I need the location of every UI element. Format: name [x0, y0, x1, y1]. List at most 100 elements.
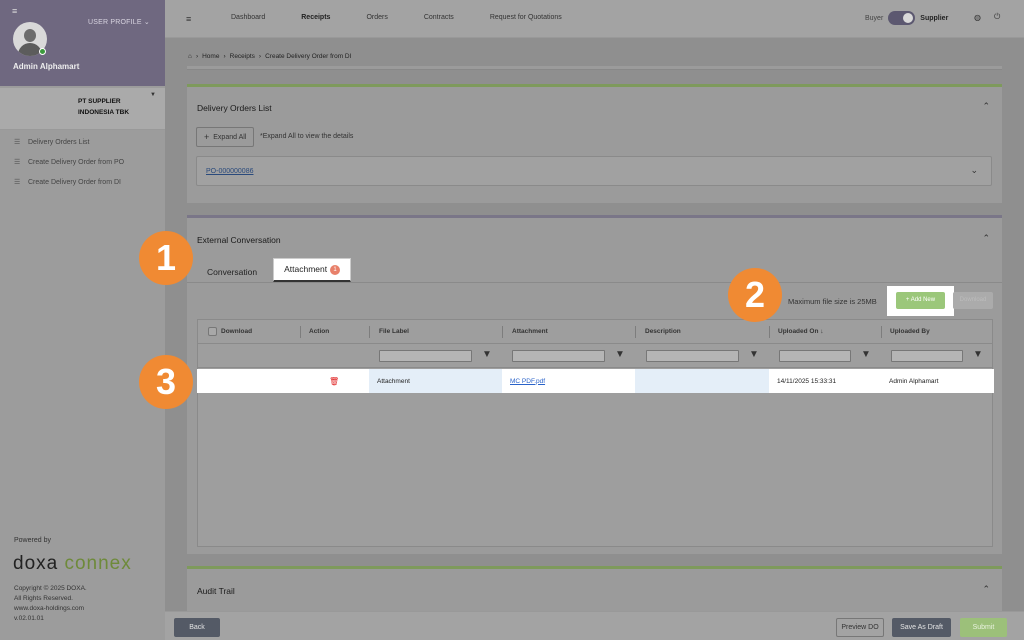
download-button[interactable]: Download	[953, 292, 993, 309]
external-conversation-card: External Conversation ⌃ Conversation Att…	[187, 215, 1002, 554]
chevron-down-icon[interactable]: ⌄	[970, 165, 978, 176]
description-cell[interactable]	[635, 369, 769, 393]
delivery-orders-card: Delivery Orders List ⌃ + Expand All *Exp…	[187, 84, 1002, 203]
sidebar-header: ≡ USER PROFILE ⌄ Admin Alphamart	[0, 0, 165, 86]
uploaded-on-filter-input[interactable]	[779, 350, 851, 362]
attachment-link[interactable]: MC PDF.pdf	[510, 378, 545, 385]
col-action[interactable]: Action	[309, 328, 329, 335]
column-separator[interactable]	[635, 326, 636, 338]
nav-receipts[interactable]: Receipts	[301, 14, 330, 21]
select-all-checkbox[interactable]	[208, 327, 217, 336]
brand-logo: doxa connex	[13, 553, 132, 575]
chevron-up-icon[interactable]: ⌃	[982, 584, 990, 595]
previous-card-edge	[187, 66, 1002, 70]
expand-all-button[interactable]: + Expand All	[196, 127, 255, 147]
filter-icon[interactable]: ▼	[749, 349, 759, 360]
breadcrumb: ⌂ › Home › Receipts › Create Delivery Or…	[188, 53, 355, 60]
table-row[interactable]: 🗑 Attachment MC PDF.pdf 14/11/2025 15:33…	[197, 369, 994, 393]
col-download[interactable]: Download	[221, 328, 252, 335]
copyright-line: All Rights Reserved.	[14, 595, 73, 602]
breadcrumb-separator: ›	[223, 53, 226, 60]
attachment-filter-input[interactable]	[512, 350, 605, 362]
nav-request-for-quotations[interactable]: Request for Quotations	[490, 14, 562, 21]
preview-do-button[interactable]: Preview DO	[836, 618, 884, 637]
chevron-up-icon[interactable]: ⌃	[982, 233, 990, 244]
card-title: Delivery Orders List	[197, 103, 272, 113]
submit-button[interactable]: Submit	[960, 618, 1007, 637]
file-label-cell[interactable]: Attachment	[369, 369, 502, 393]
user-profile-dropdown[interactable]: USER PROFILE ⌄	[88, 18, 150, 26]
breadcrumb-receipts[interactable]: Receipts	[230, 53, 255, 60]
sort-down-icon[interactable]: ↓	[820, 328, 823, 335]
filter-icon[interactable]: ▼	[482, 349, 492, 360]
column-separator[interactable]	[502, 326, 503, 338]
breadcrumb-home[interactable]: Home	[202, 53, 219, 60]
po-row[interactable]: PO-000000086 ⌄	[196, 156, 992, 186]
nav-dashboard[interactable]: Dashboard	[231, 14, 265, 21]
sidebar-item-create-do-from-di[interactable]: ☰ Create Delivery Order from DI	[14, 172, 124, 192]
action-cell: 🗑	[300, 369, 369, 393]
description-filter-input[interactable]	[646, 350, 739, 362]
role-buyer-label: Buyer	[865, 14, 884, 22]
back-button[interactable]: Back	[174, 618, 220, 637]
callout-2: 2	[728, 268, 782, 322]
col-attachment[interactable]: Attachment	[512, 328, 548, 335]
home-icon[interactable]: ⌂	[188, 53, 192, 60]
sidebar-item-delivery-orders-list[interactable]: ☰ Delivery Orders List	[14, 132, 124, 152]
col-description[interactable]: Description	[645, 328, 681, 335]
attachment-cell: MC PDF.pdf	[502, 369, 635, 393]
filter-icon[interactable]: ▼	[861, 349, 871, 360]
add-new-highlight: + Add New	[887, 286, 954, 316]
tab-attachment[interactable]: Attachment 1	[273, 258, 352, 282]
col-uploaded-by[interactable]: Uploaded By	[890, 328, 930, 335]
column-separator[interactable]	[300, 326, 301, 338]
po-link[interactable]: PO-000000086	[206, 168, 253, 175]
menu-icon[interactable]: ≡	[12, 6, 17, 16]
uploaded-by-cell: Admin Alphamart	[889, 377, 939, 385]
col-uploaded-on-label: Uploaded On	[778, 328, 819, 335]
nav-contracts[interactable]: Contracts	[424, 14, 454, 21]
uploaded-on-cell: 14/11/2025 15:33:31	[777, 377, 837, 385]
user-profile-label: USER PROFILE	[88, 19, 142, 26]
max-file-size-note: Maximum file size is 25MB	[788, 297, 877, 306]
caret-down-icon: ▼	[150, 92, 156, 98]
col-file-label[interactable]: File Label	[379, 328, 409, 335]
file-label-filter-input[interactable]	[379, 350, 472, 362]
brand-part-2: connex	[64, 553, 132, 574]
chevron-down-icon: ⌄	[143, 19, 150, 26]
column-separator[interactable]	[881, 326, 882, 338]
role-supplier-label: Supplier	[920, 14, 949, 22]
user-name: Admin Alphamart	[13, 62, 80, 71]
chevron-up-icon[interactable]: ⌃	[982, 101, 990, 112]
attachments-grid: Download Action File Label Attachment De…	[197, 319, 994, 547]
role-switch[interactable]	[888, 11, 916, 25]
filter-icon[interactable]: ▼	[615, 349, 625, 360]
nav-orders[interactable]: Orders	[366, 14, 387, 21]
download-cell	[197, 369, 300, 393]
sidebar-item-create-do-from-po[interactable]: ☰ Create Delivery Order from PO	[14, 152, 124, 172]
col-uploaded-on[interactable]: Uploaded On ↓	[778, 328, 824, 335]
add-new-button[interactable]: + Add New	[896, 292, 945, 309]
globe-icon[interactable]: ◍	[974, 13, 981, 22]
save-as-draft-button[interactable]: Save As Draft	[892, 618, 951, 637]
column-separator[interactable]	[769, 326, 770, 338]
trash-icon[interactable]: 🗑	[329, 377, 339, 386]
column-separator[interactable]	[369, 326, 370, 338]
breadcrumb-separator: ›	[258, 53, 262, 60]
uploaded-by-filter-input[interactable]	[891, 350, 963, 362]
hamburger-icon[interactable]: ≡	[186, 14, 191, 24]
grid-filter-row: ▼ ▼ ▼ ▼ ▼	[198, 344, 992, 368]
list-icon: ☰	[14, 139, 21, 146]
tab-conversation[interactable]: Conversation	[197, 262, 267, 282]
tab-divider	[187, 282, 1002, 283]
top-bar: ≡ Dashboard Receipts Orders Contracts Re…	[165, 0, 1024, 38]
brand-part-1: doxa	[13, 553, 59, 574]
filter-icon[interactable]: ▼	[973, 349, 983, 360]
sidebar: ≡ USER PROFILE ⌄ Admin Alphamart PT SUPP…	[0, 0, 165, 640]
powered-by-label: Powered by	[14, 537, 51, 544]
website-link[interactable]: www.doxa-holdings.com	[14, 604, 87, 614]
card-title: External Conversation	[197, 235, 281, 245]
power-icon[interactable]: ⏻	[994, 12, 1000, 22]
expand-all-label: Expand All	[213, 133, 247, 141]
company-selector[interactable]: PT SUPPLIER INDONESIA TBK ▼	[0, 88, 165, 130]
